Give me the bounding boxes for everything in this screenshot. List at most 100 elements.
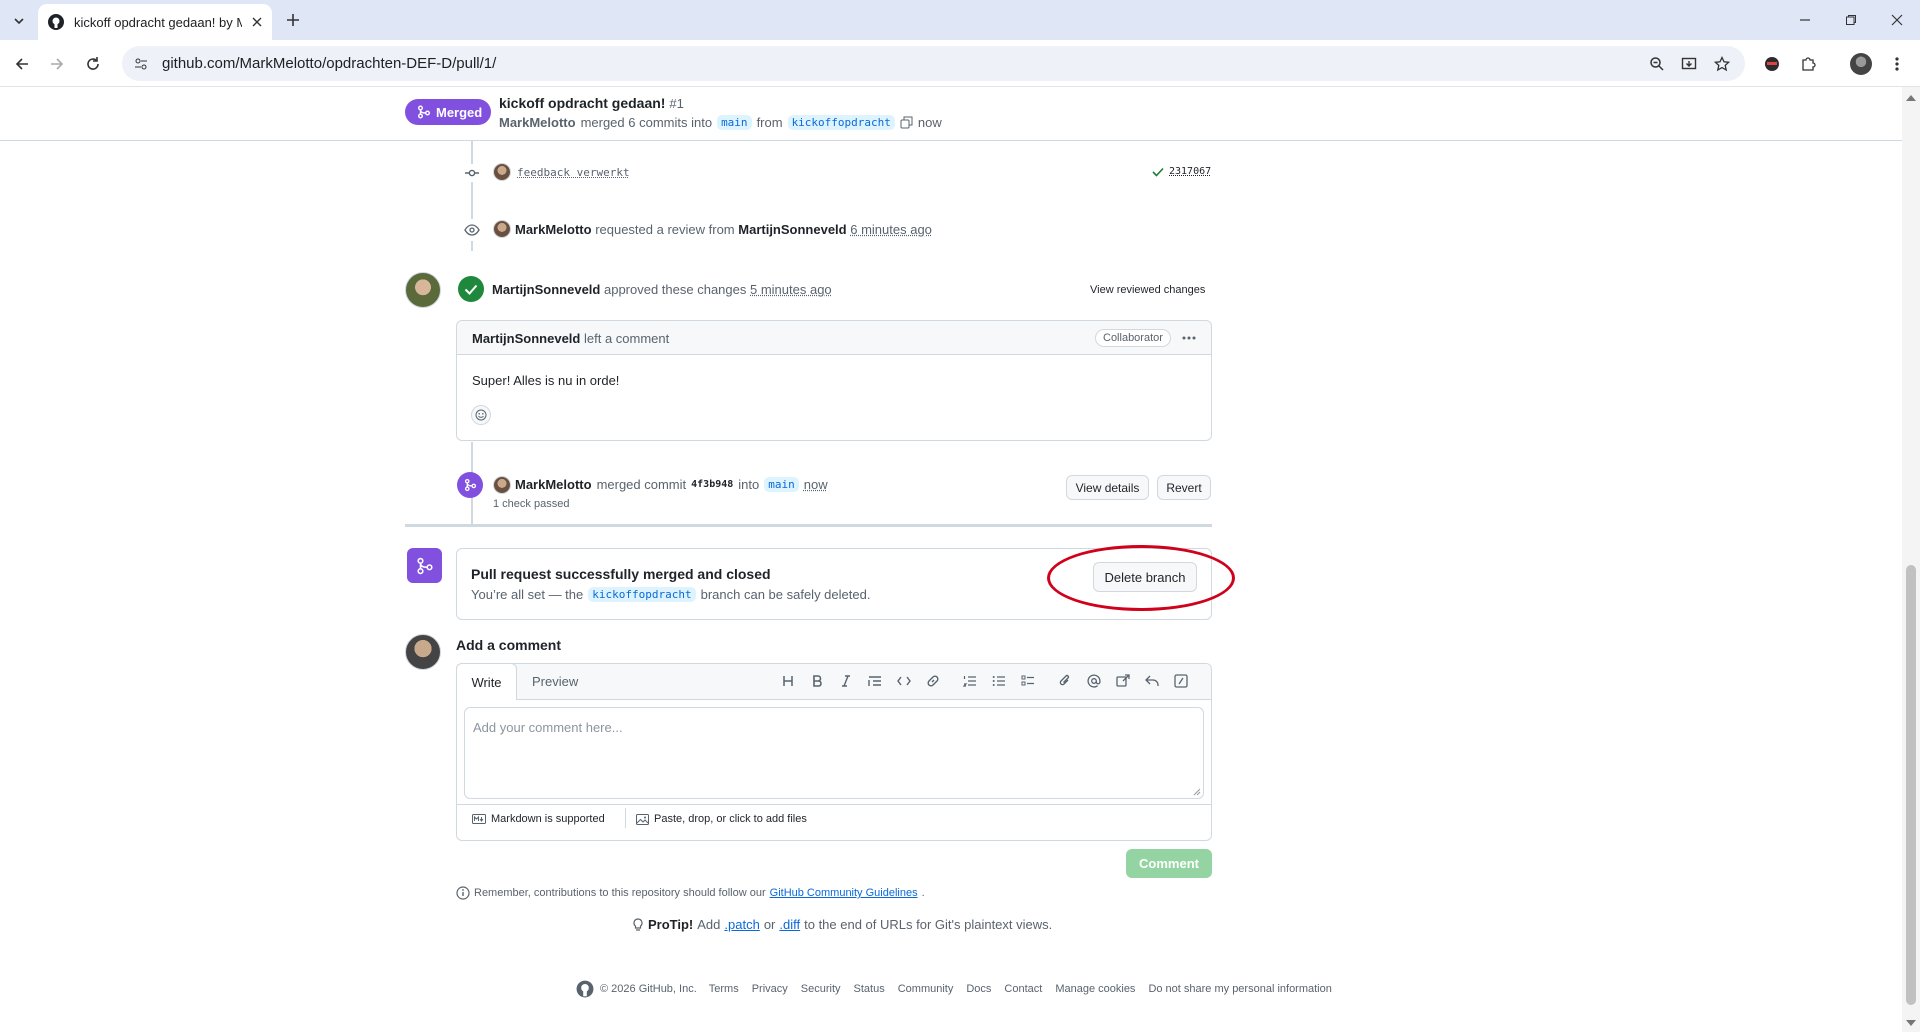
slash-commands-icon[interactable]	[1170, 667, 1192, 695]
cross-reference-icon[interactable]	[1112, 667, 1134, 695]
revert-button[interactable]: Revert	[1157, 475, 1211, 500]
base-branch[interactable]: main	[717, 115, 752, 130]
italic-icon[interactable]	[835, 667, 857, 695]
commit-sha[interactable]: 2317067	[1169, 166, 1211, 177]
tab-search-icon[interactable]	[8, 10, 30, 32]
back-icon[interactable]	[11, 53, 33, 75]
bookmark-star-icon[interactable]	[1711, 53, 1733, 75]
footer-link-community[interactable]: Community	[898, 983, 954, 995]
checks-status[interactable]: 1 check passed	[493, 498, 569, 510]
diff-link[interactable]: .diff	[779, 917, 800, 932]
head-branch[interactable]: kickoffopdracht	[787, 115, 895, 130]
zoom-icon[interactable]	[1646, 53, 1668, 75]
unordered-list-icon[interactable]	[988, 667, 1010, 695]
community-guidelines-link[interactable]: GitHub Community Guidelines	[770, 887, 918, 899]
view-reviewed-changes-button[interactable]: View reviewed changes	[1090, 284, 1205, 296]
footer-link-status[interactable]: Status	[854, 983, 885, 995]
comment-textarea[interactable]: Add your comment here...	[464, 707, 1204, 799]
footer-link-manage-cookies[interactable]: Manage cookies	[1055, 983, 1135, 995]
browser-toolbar: github.com/MarkMelotto/opdrachten-DEF-D/…	[0, 40, 1920, 87]
add-comment-heading: Add a comment	[456, 637, 562, 653]
tab-write[interactable]: Write	[456, 663, 517, 700]
footer-link-contact[interactable]: Contact	[1004, 983, 1042, 995]
markdown-hint[interactable]: Markdown is supported	[472, 813, 605, 825]
status-text: Merged	[436, 104, 483, 120]
new-tab-icon[interactable]	[282, 9, 304, 31]
profile-avatar[interactable]	[1850, 53, 1872, 75]
commit-status[interactable]: 2317067	[1152, 166, 1211, 177]
copy-icon[interactable]	[900, 116, 913, 129]
footer: © 2026 GitHub, Inc. Terms Privacy Securi…	[576, 980, 1332, 998]
code-icon[interactable]	[893, 667, 915, 695]
timestamp[interactable]: 5 minutes ago	[750, 282, 832, 297]
scrollbar-thumb[interactable]	[1906, 565, 1916, 1005]
scroll-up-icon[interactable]	[1906, 95, 1916, 101]
view-details-button[interactable]: View details	[1066, 475, 1149, 500]
menu-kebab-icon[interactable]	[1886, 53, 1908, 75]
avatar[interactable]	[493, 220, 511, 238]
mention-icon[interactable]	[1083, 667, 1105, 695]
extension-icon[interactable]	[1761, 53, 1783, 75]
ordered-list-icon[interactable]	[959, 667, 981, 695]
avatar[interactable]	[493, 163, 511, 181]
resize-handle-icon[interactable]	[1193, 788, 1201, 796]
timestamp[interactable]: 6 minutes ago	[850, 222, 932, 237]
scrollbar[interactable]	[1902, 87, 1920, 1032]
actor-link[interactable]: MarkMelotto	[515, 222, 592, 237]
browser-tab[interactable]: kickoff opdracht gedaan! by Ma	[38, 4, 272, 40]
quote-icon[interactable]	[864, 667, 886, 695]
formatting-tools	[777, 667, 1207, 695]
footer-link-do-not-share[interactable]: Do not share my personal information	[1148, 983, 1331, 995]
patch-link[interactable]: .patch	[724, 917, 759, 932]
extensions-puzzle-icon[interactable]	[1797, 53, 1819, 75]
actor-link[interactable]: MartijnSonneveld	[492, 282, 600, 297]
reviewer-link[interactable]: MartijnSonneveld	[738, 222, 846, 237]
close-tab-icon[interactable]	[252, 17, 262, 27]
github-logo-icon[interactable]	[576, 980, 594, 998]
site-info-icon[interactable]	[134, 57, 148, 71]
attach-icon[interactable]	[1054, 667, 1076, 695]
heading-icon[interactable]	[777, 667, 799, 695]
avatar-reviewer[interactable]	[405, 272, 441, 308]
annotation-circle	[1047, 545, 1235, 611]
actor-link[interactable]: MarkMelotto	[515, 477, 592, 492]
bold-icon[interactable]	[806, 667, 828, 695]
timestamp[interactable]: now	[804, 477, 828, 492]
url-text[interactable]: github.com/MarkMelotto/opdrachten-DEF-D/…	[162, 55, 496, 72]
merge-commit-sha[interactable]: 4f3b948	[691, 479, 733, 490]
merged-time[interactable]: now	[918, 115, 942, 130]
tab-preview[interactable]: Preview	[532, 674, 578, 689]
comment-placeholder: Add your comment here...	[473, 720, 623, 735]
minimize-icon[interactable]	[1794, 9, 1816, 31]
install-app-icon[interactable]	[1678, 53, 1700, 75]
reload-icon[interactable]	[82, 53, 104, 75]
guidelines-reminder: Remember, contributions to this reposito…	[456, 886, 925, 900]
restore-icon[interactable]	[1840, 9, 1862, 31]
more-options-icon[interactable]	[1179, 329, 1199, 347]
comment-submit-button[interactable]: Comment	[1126, 849, 1212, 878]
protip: ProTip! Add .patch or .diff to the end o…	[632, 917, 1052, 932]
scroll-down-icon[interactable]	[1906, 1020, 1916, 1026]
comment-author[interactable]: MartijnSonneveld	[472, 331, 580, 346]
footer-link-docs[interactable]: Docs	[966, 983, 991, 995]
head-branch[interactable]: kickoffopdracht	[588, 587, 696, 602]
author-link[interactable]: MarkMelotto	[499, 115, 576, 130]
task-list-icon[interactable]	[1017, 667, 1039, 695]
footer-link-privacy[interactable]: Privacy	[752, 983, 788, 995]
pr-title-line: kickoff opdracht gedaan! #1	[499, 95, 684, 111]
footer-link-terms[interactable]: Terms	[709, 983, 739, 995]
add-reaction-icon[interactable]	[471, 405, 491, 425]
link-icon[interactable]	[922, 667, 944, 695]
footer-link-security[interactable]: Security	[801, 983, 841, 995]
attach-files-hint[interactable]: Paste, drop, or click to add files	[636, 813, 807, 825]
base-branch[interactable]: main	[764, 477, 799, 492]
avatar[interactable]	[493, 476, 511, 494]
commit-message[interactable]: feedback verwerkt	[517, 166, 630, 179]
saved-reply-icon[interactable]	[1141, 667, 1163, 695]
close-window-icon[interactable]	[1886, 9, 1908, 31]
merged-description: You’re all set — the kickoffopdracht bra…	[471, 587, 871, 602]
review-request-text: MarkMelotto requested a review from Mart…	[515, 222, 932, 237]
forward-icon[interactable]	[46, 53, 68, 75]
address-bar[interactable]: github.com/MarkMelotto/opdrachten-DEF-D/…	[122, 46, 1745, 81]
avatar[interactable]	[405, 634, 441, 670]
